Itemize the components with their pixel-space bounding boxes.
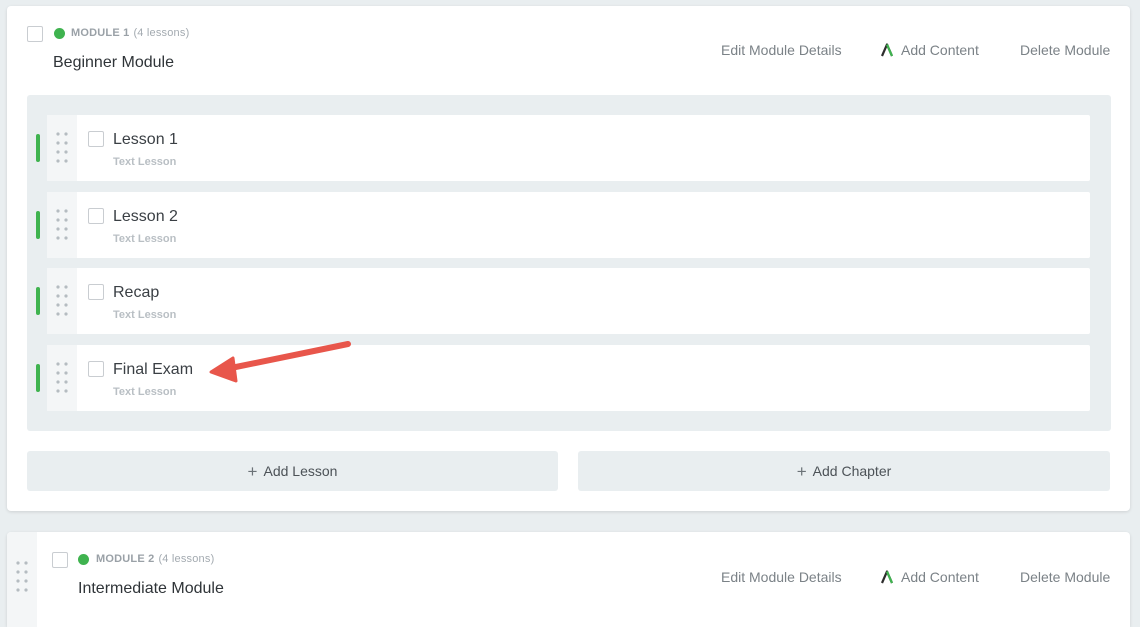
status-bar — [36, 134, 40, 162]
module-number: MODULE 2 — [96, 553, 155, 565]
lesson-title[interactable]: Lesson 1 — [113, 131, 178, 149]
module-number: MODULE 1 — [71, 27, 130, 39]
edit-module-details-link[interactable]: Edit Module Details — [721, 42, 842, 58]
add-chapter-label: Add Chapter — [812, 463, 892, 479]
drag-handle-icon[interactable] — [47, 192, 77, 258]
module-label: MODULE 1 (4 lessons) — [71, 27, 189, 39]
lesson-type: Text Lesson — [113, 156, 177, 168]
lesson-title[interactable]: Recap — [113, 284, 159, 302]
lesson-checkbox[interactable] — [88, 208, 104, 224]
add-content-label: Add Content — [901, 569, 979, 585]
delete-module-link[interactable]: Delete Module — [1020, 42, 1110, 58]
lesson-count: (4 lessons) — [158, 553, 215, 565]
delete-module-link[interactable]: Delete Module — [1020, 569, 1110, 585]
module-title: Beginner Module — [53, 54, 174, 71]
status-bar — [36, 364, 40, 392]
status-dot-icon — [78, 554, 89, 565]
drag-handle-icon[interactable] — [47, 345, 77, 411]
status-bar — [36, 287, 40, 315]
module-card-1: MODULE 1 (4 lessons) Beginner Module Edit… — [7, 6, 1130, 511]
add-chapter-button[interactable]: + Add Chapter — [578, 451, 1110, 491]
add-lesson-label: Add Lesson — [263, 463, 338, 479]
drag-handle-icon[interactable] — [47, 115, 77, 181]
module-card-2: MODULE 2 (4 lessons) Intermediate Module … — [7, 532, 1130, 627]
brand-logo-icon — [880, 43, 894, 57]
plus-icon: + — [247, 461, 258, 481]
plus-icon: + — [796, 461, 807, 481]
status-dot-icon — [54, 28, 65, 39]
lesson-type: Text Lesson — [113, 386, 177, 398]
status-bar — [36, 211, 40, 239]
add-content-link[interactable]: Add Content — [880, 569, 979, 585]
lessons-list: Lesson 1 Text Lesson Lesson 2 Text Lesso… — [27, 95, 1111, 431]
brand-logo-icon — [880, 570, 894, 584]
add-lesson-button[interactable]: + Add Lesson — [27, 451, 558, 491]
lesson-checkbox[interactable] — [88, 284, 104, 300]
add-content-label: Add Content — [901, 42, 979, 58]
lesson-row[interactable]: Final Exam Text Lesson — [36, 345, 1090, 411]
lesson-type: Text Lesson — [113, 309, 177, 321]
drag-handle-icon[interactable] — [7, 532, 37, 627]
lesson-row[interactable]: Recap Text Lesson — [36, 268, 1090, 334]
add-content-link[interactable]: Add Content — [880, 42, 979, 58]
module-label: MODULE 2 (4 lessons) — [96, 553, 214, 565]
lesson-checkbox[interactable] — [88, 361, 104, 377]
lesson-count: (4 lessons) — [133, 27, 190, 39]
lesson-checkbox[interactable] — [88, 131, 104, 147]
module-title: Intermediate Module — [78, 580, 224, 597]
module-checkbox[interactable] — [27, 26, 43, 42]
lesson-type: Text Lesson — [113, 233, 177, 245]
lesson-title[interactable]: Final Exam — [113, 361, 193, 379]
lesson-row[interactable]: Lesson 2 Text Lesson — [36, 192, 1090, 258]
drag-handle-icon[interactable] — [47, 268, 77, 334]
lesson-row[interactable]: Lesson 1 Text Lesson — [36, 115, 1090, 181]
lesson-title[interactable]: Lesson 2 — [113, 208, 178, 226]
edit-module-details-link[interactable]: Edit Module Details — [721, 569, 842, 585]
module-checkbox[interactable] — [52, 552, 68, 568]
